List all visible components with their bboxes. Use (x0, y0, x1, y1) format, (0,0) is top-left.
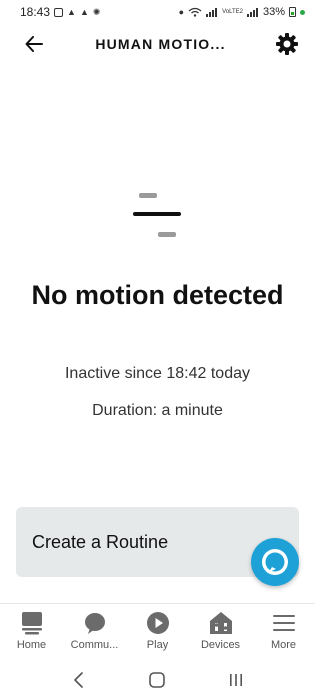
network-type-label: VoLTE2 (222, 9, 243, 15)
battery-icon (289, 7, 296, 17)
chevron-left-icon (74, 672, 83, 688)
menu-icon (272, 615, 295, 631)
nav-home[interactable]: Home (1, 610, 63, 651)
system-home-button[interactable] (142, 665, 172, 695)
system-recents-button[interactable] (221, 665, 251, 695)
nav-more-label: More (270, 639, 297, 651)
play-icon (146, 612, 169, 634)
app-header: HUMAN MOTIO... (0, 24, 315, 64)
signal-icon-2 (246, 8, 258, 17)
notification-bell-icon-2: ▲ (79, 7, 89, 17)
home-icon (21, 612, 42, 635)
page-title: HUMAN MOTIO... (95, 36, 226, 52)
nav-more[interactable]: More (253, 610, 315, 651)
recents-icon (229, 674, 242, 686)
settings-notification-icon: ✺ (92, 7, 101, 17)
nav-play[interactable]: Play (127, 610, 189, 651)
system-back-button[interactable] (64, 665, 94, 695)
status-right: ● VoLTE2 33% (179, 6, 305, 18)
bottom-nav: Home Commu... Play Devices More (0, 603, 315, 658)
create-routine-label: Create a Routine (32, 531, 169, 552)
chat-bubble-icon (84, 613, 105, 634)
signal-icon (206, 8, 218, 17)
wifi-icon (188, 7, 202, 17)
motion-sensor-icon (133, 190, 183, 240)
system-nav-bar (0, 660, 315, 700)
arrow-left-icon (25, 36, 43, 52)
nav-communicate[interactable]: Commu... (64, 610, 126, 651)
status-time: 18:43 (20, 5, 51, 19)
location-icon: ● (178, 7, 185, 17)
privacy-indicator-icon (300, 9, 305, 15)
notification-bell-icon: ▲ (67, 7, 76, 17)
settings-button[interactable] (273, 30, 301, 58)
home-square-icon (149, 672, 166, 688)
back-button[interactable] (20, 30, 48, 58)
duration-text: Duration: a minute (92, 402, 223, 419)
gallery-notification-icon (54, 7, 64, 17)
alexa-voice-button[interactable] (251, 538, 299, 586)
inactive-since-text: Inactive since 18:42 today (64, 365, 250, 382)
gear-icon (275, 33, 298, 55)
devices-icon (209, 612, 232, 634)
nav-devices-label: Devices (200, 639, 241, 651)
battery-percent: 33% (262, 6, 285, 18)
alexa-icon (262, 549, 288, 575)
nav-play-label: Play (146, 639, 169, 651)
nav-devices[interactable]: Devices (190, 610, 252, 651)
nav-communicate-label: Commu... (70, 639, 119, 651)
nav-home-label: Home (16, 639, 47, 651)
status-bar: 18:43 ▲ ▲ ✺ ● VoLTE2 33% (0, 0, 315, 24)
motion-status: No motion detected (31, 280, 284, 310)
status-left: 18:43 ▲ ▲ ✺ (20, 5, 100, 19)
